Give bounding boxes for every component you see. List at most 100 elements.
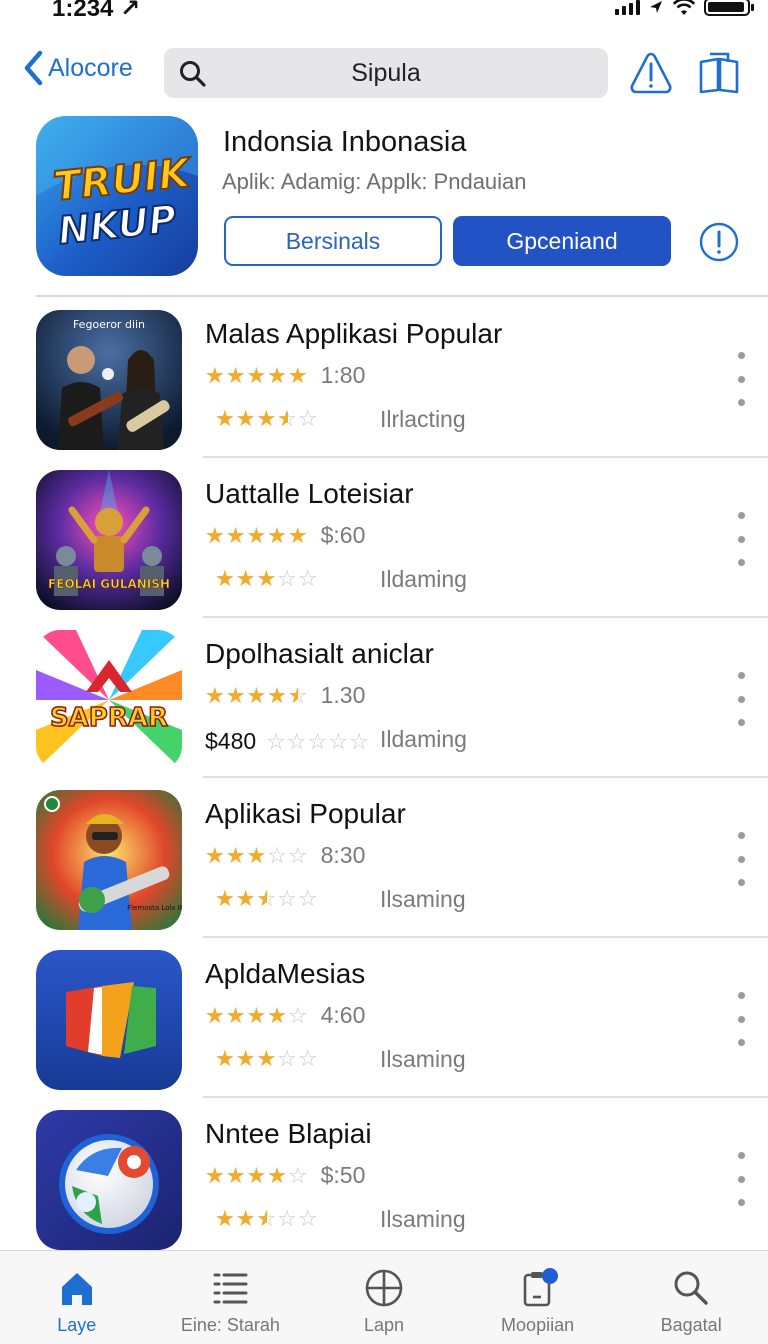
primary-button[interactable]: Gpceniand bbox=[453, 216, 671, 266]
globe-icon bbox=[365, 1269, 403, 1307]
app-icon[interactable]: FEOLAI GULANISH bbox=[36, 470, 182, 610]
more-options-icon[interactable] bbox=[728, 1152, 754, 1206]
secondary-star-rating-icon: ☆☆☆☆☆★★★★★ bbox=[215, 406, 319, 431]
info-icon[interactable] bbox=[698, 221, 740, 263]
list-icon bbox=[213, 1273, 248, 1304]
app-status: Ilrlacting bbox=[380, 406, 466, 432]
status-bar: 1:234 ↗ bbox=[0, 0, 768, 26]
search-input[interactable]: Sipula bbox=[164, 48, 608, 98]
app-title: Nntee Blapiai bbox=[205, 1118, 372, 1149]
list-item[interactable]: Fegoeror diin Malas Applikasi Popular ☆☆☆☆… bbox=[0, 298, 768, 458]
nav-bar: Alocore Sipula bbox=[0, 46, 768, 100]
app-status-line: $480 ☆☆☆☆☆★★★★★ Ildaming bbox=[205, 726, 467, 755]
app-rating-line: ☆☆☆☆☆★★★★★ 4:60 bbox=[205, 1002, 365, 1029]
app-title: Aplikasi Popular bbox=[205, 798, 406, 829]
search-value: Sipula bbox=[351, 58, 421, 87]
app-rating-value: 1.30 bbox=[320, 682, 366, 708]
secondary-star-rating-icon: ☆☆☆☆☆★★★★★ bbox=[215, 566, 319, 591]
featured-app-artwork: TRUIK NKUP bbox=[36, 116, 198, 254]
wifi-icon bbox=[672, 0, 696, 15]
more-options-icon[interactable] bbox=[728, 832, 754, 886]
back-button[interactable]: Alocore bbox=[22, 50, 133, 86]
app-rating-line: ☆☆☆☆☆★★★★★ 1.30 bbox=[205, 682, 365, 709]
tab-home[interactable]: Laye bbox=[0, 1251, 154, 1344]
star-rating-icon: ☆☆☆☆☆★★★★★ bbox=[205, 522, 309, 548]
app-rating-line: ☆☆☆☆☆ ★★★★★ 1:80 bbox=[205, 362, 365, 389]
list-item[interactable]: SAPRAR Dpolhasialt aniclar ☆☆☆☆☆★★★★★ 1.30 $… bbox=[0, 618, 768, 778]
battery-icon bbox=[704, 0, 754, 16]
list-item[interactable]: FEOLAI GULANISH Uattalle Loteisiar ☆☆☆☆☆ ★★… bbox=[0, 458, 768, 618]
app-status-line: ☆☆☆☆☆★★★★★ Ilrlacting bbox=[205, 406, 466, 432]
tab-list[interactable]: Eine: Starah bbox=[154, 1251, 308, 1344]
list-item[interactable]: Flemosta Lolx Ital Aplikasi Popular ☆☆☆☆☆★… bbox=[0, 778, 768, 938]
app-title: Uattalle Loteisiar bbox=[205, 478, 414, 509]
app-rating-value: $:50 bbox=[320, 1162, 366, 1188]
secondary-star-rating-icon: ☆☆☆☆☆★★★★★ bbox=[215, 1206, 319, 1231]
star-rating-icon: ☆☆☆☆☆★★★★★ bbox=[205, 842, 309, 868]
home-icon bbox=[61, 1273, 92, 1305]
app-rating-value: 8:30 bbox=[320, 842, 366, 868]
more-options-icon[interactable] bbox=[728, 992, 754, 1046]
app-rating-value: 1:80 bbox=[320, 362, 366, 388]
more-options-icon[interactable] bbox=[728, 512, 754, 566]
icon-caption: FEOLAI GULANISH bbox=[48, 577, 170, 591]
alert-triangle-icon[interactable] bbox=[628, 50, 674, 96]
app-status: Ilsaming bbox=[380, 1206, 466, 1232]
list-item[interactable]: Nntee Blapiai ☆☆☆☆☆★★★★★$:50 ☆☆☆☆☆★★★★★ Ils… bbox=[0, 1098, 768, 1258]
app-status: Ildaming bbox=[380, 566, 467, 592]
secondary-star-rating-icon: ☆☆☆☆☆★★★★★ bbox=[215, 1046, 319, 1071]
status-time: 1:234 ↗ bbox=[52, 0, 141, 22]
icon-caption: Fegoeror diin bbox=[73, 318, 145, 331]
app-rating-line: ☆☆☆☆☆★★★★★ 8:30 bbox=[205, 842, 365, 869]
star-rating-icon: ☆☆☆☆☆★★★★★ bbox=[205, 1002, 309, 1028]
app-status-line: ☆☆☆☆☆★★★★★ Ilsaming bbox=[205, 886, 466, 912]
app-rating-value: 4:60 bbox=[320, 1002, 366, 1028]
featured-title: Indonsia Inbonasia bbox=[223, 126, 467, 158]
app-icon[interactable]: Fegoeror diin bbox=[36, 310, 182, 450]
more-options-icon[interactable] bbox=[728, 352, 754, 406]
featured-app-icon[interactable]: TRUIK NKUP bbox=[36, 116, 198, 276]
tab-label: Lapn bbox=[363, 1315, 404, 1335]
secondary-star-rating-icon: ☆☆☆☆☆★★★★★ bbox=[215, 886, 319, 911]
tab-label: Laye bbox=[57, 1315, 97, 1335]
star-rating-icon: ☆☆☆☆☆★★★★★ bbox=[205, 362, 309, 388]
app-status: Ilsaming bbox=[380, 1046, 466, 1072]
app-icon[interactable] bbox=[36, 1110, 182, 1250]
book-icon[interactable] bbox=[696, 50, 742, 96]
more-options-icon[interactable] bbox=[728, 672, 754, 726]
section-divider bbox=[36, 295, 768, 297]
app-rating-value: $:60 bbox=[320, 522, 366, 548]
icon-caption: Flemosta Lolx Ital bbox=[127, 904, 182, 912]
app-icon[interactable]: Flemosta Lolx Ital bbox=[36, 790, 182, 930]
app-status-line: ☆☆☆☆☆★★★★★ Ilsaming bbox=[205, 1206, 466, 1232]
tab-label: Moopiian bbox=[501, 1315, 575, 1335]
cellular-signal-icon bbox=[615, 0, 640, 15]
search-icon bbox=[180, 61, 206, 87]
tab-search[interactable]: Bagatal bbox=[614, 1251, 768, 1344]
tab-clipboard[interactable]: Moopiian bbox=[461, 1251, 615, 1344]
app-title: Malas Applikasi Popular bbox=[205, 318, 503, 349]
secondary-button[interactable]: Bersinals bbox=[224, 216, 442, 266]
app-status-line: ☆☆☆☆☆★★★★★ Ildaming bbox=[205, 566, 467, 592]
featured-subtitle: Aplik: Adamig: Applk: Pndauian bbox=[222, 169, 527, 194]
app-status: Ildaming bbox=[380, 726, 467, 752]
status-icons bbox=[615, 0, 754, 16]
tab-globe[interactable]: Lapn bbox=[307, 1251, 461, 1344]
chevron-left-icon bbox=[24, 50, 43, 86]
tab-label: Bagatal bbox=[660, 1315, 722, 1335]
app-icon[interactable] bbox=[36, 950, 182, 1090]
battery-fill bbox=[708, 2, 745, 12]
search-icon bbox=[674, 1271, 708, 1305]
clipboard-icon bbox=[523, 1268, 558, 1307]
secondary-star-rating-icon: ☆☆☆☆☆★★★★★ bbox=[266, 728, 370, 754]
app-status: Ilsaming bbox=[380, 886, 466, 912]
list-item[interactable]: ApldaMesias☆☆☆☆☆★★★★★4:60☆☆☆☆☆★★★★★Ilsam… bbox=[0, 938, 768, 1098]
app-price: $480 bbox=[205, 728, 257, 754]
app-title: Dpolhasialt aniclar bbox=[205, 638, 434, 669]
app-title: ApldaMesias bbox=[205, 958, 366, 989]
tab-label: Eine: Starah bbox=[180, 1315, 280, 1335]
back-label: Alocore bbox=[48, 53, 133, 82]
app-icon[interactable]: SAPRAR bbox=[36, 630, 182, 770]
icon-caption: SAPRAR bbox=[50, 703, 168, 733]
app-rating-line: ☆☆☆☆☆★★★★★ $:50 bbox=[205, 1162, 365, 1189]
